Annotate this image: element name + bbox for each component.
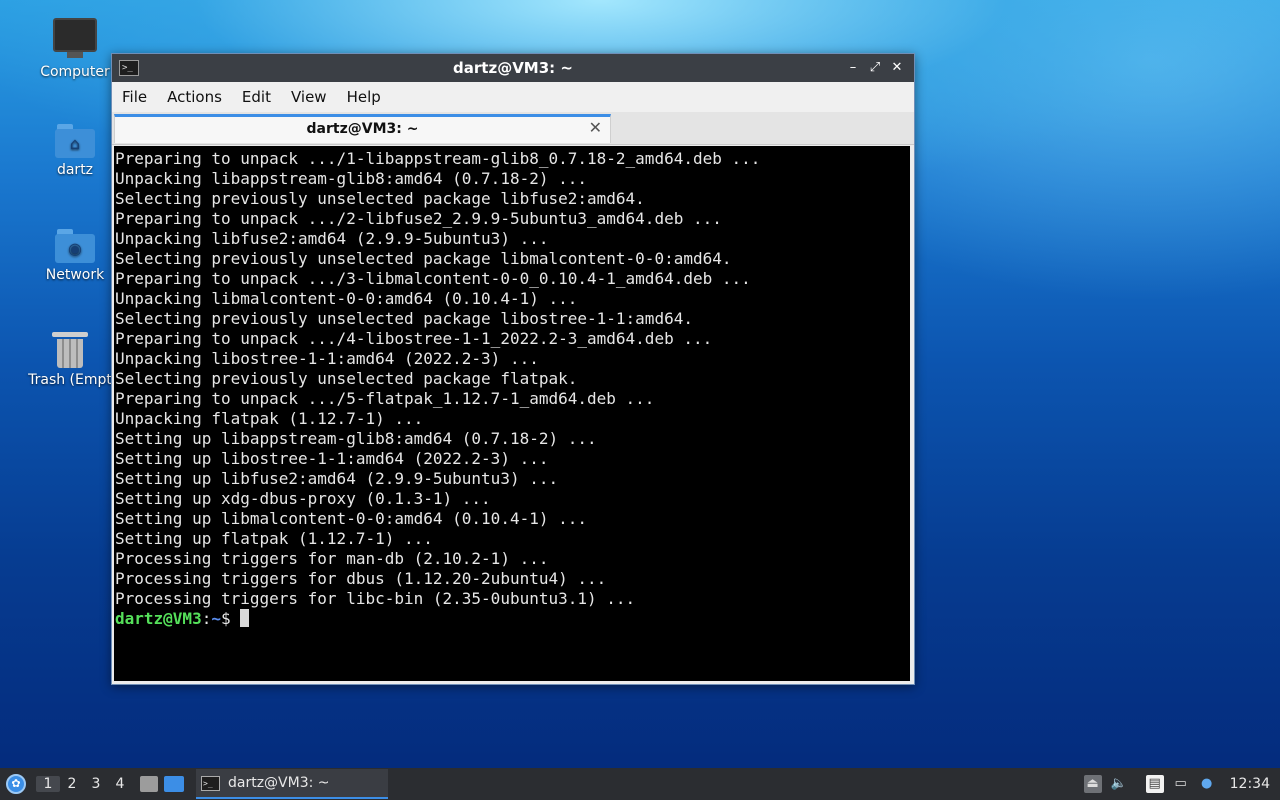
prompt-symbol: $ [220,609,241,628]
clock[interactable]: 12:34 [1230,776,1270,792]
taskbar-task-terminal[interactable]: >_ dartz@VM3: ~ [196,769,388,799]
tab-title: dartz@VM3: ~ [306,121,419,137]
workspace-4[interactable]: 4 [108,776,132,792]
menu-view[interactable]: View [281,88,337,106]
terminal-output[interactable]: Preparing to unpack .../1-libappstream-g… [114,146,910,681]
home-folder-icon: ⌂ [55,124,95,158]
show-desktop-icon[interactable] [164,776,184,792]
menu-edit[interactable]: Edit [232,88,281,106]
terminal-app-icon[interactable]: >_ [119,60,139,76]
terminal-line: Preparing to unpack .../2-libfuse2_2.9.9… [115,209,722,228]
prompt-colon: : [201,609,212,628]
terminal-line: Unpacking libostree-1-1:amd64 (2022.2-3)… [115,349,539,368]
terminal-lines: Preparing to unpack .../1-libappstream-g… [114,146,910,609]
file-manager-icon[interactable] [140,776,158,792]
desktop-icon-label: dartz [56,162,94,178]
desktop-icon-label: Computer [40,64,110,80]
system-tray: ⏏ 🔈 ▤ ▭ ● 12:34 [1076,768,1280,800]
trash-icon [52,332,88,368]
terminal-line: Processing triggers for dbus (1.12.20-2u… [115,569,607,588]
terminal-line: Selecting previously unselected package … [115,189,645,208]
minimize-button[interactable]: – [842,57,864,79]
task-label: dartz@VM3: ~ [228,775,330,791]
terminal-line: Setting up libostree-1-1:amd64 (2022.2-3… [115,449,549,468]
desktop-icon-label: Trash (Empt [28,372,112,388]
terminal-window[interactable]: >_ dartz@VM3: ~ – ⤢ ✕ File Actions Edit … [111,53,915,685]
tab-terminal[interactable]: dartz@VM3: ~ ✕ [114,114,611,143]
menu-help[interactable]: Help [337,88,391,106]
eject-icon[interactable]: ⏏ [1083,775,1102,793]
volume-icon[interactable]: 🔈 [1110,775,1128,793]
prompt-user-host: dartz@VM3 [115,609,202,628]
terminal-line: Setting up libmalcontent-0-0:amd64 (0.10… [115,509,588,528]
prompt-path: ~ [211,609,221,628]
close-button[interactable]: ✕ [886,57,908,79]
terminal-line: Preparing to unpack .../1-libappstream-g… [115,149,761,168]
menu-actions[interactable]: Actions [157,88,232,106]
computer-icon [53,18,97,58]
prompt-line: dartz@VM3:~$ [114,609,910,629]
terminal-line: Unpacking flatpak (1.12.7-1) ... [115,409,424,428]
terminal-task-icon: >_ [201,775,220,791]
menubar: File Actions Edit View Help [112,82,914,112]
terminal-line: Preparing to unpack .../3-libmalcontent-… [115,269,751,288]
window-title: dartz@VM3: ~ [453,59,573,77]
terminal-line: Preparing to unpack .../4-libostree-1-1_… [115,329,713,348]
terminal-line: Processing triggers for man-db (2.10.2-1… [115,549,549,568]
terminal-line: Setting up flatpak (1.12.7-1) ... [115,529,433,548]
terminal-line: Unpacking libappstream-glib8:amd64 (0.7.… [115,169,588,188]
terminal-line: Setting up libappstream-glib8:amd64 (0.7… [115,429,597,448]
taskbar: ✿ 1 2 3 4 >_ dartz@VM3: ~ ⏏ 🔈 ▤ ▭ ● 12:3… [0,768,1280,800]
workspace-3[interactable]: 3 [84,776,108,792]
workspace-1[interactable]: 1 [36,776,60,792]
desktop-icon-computer[interactable]: Computer [27,18,123,80]
terminal-line: Setting up xdg-dbus-proxy (0.1.3-1) ... [115,489,491,508]
network-icon[interactable]: ▭ [1172,775,1190,793]
terminal-line: Unpacking libmalcontent-0-0:amd64 (0.10.… [115,289,578,308]
network-folder-icon: ◉ [55,229,95,263]
text-cursor [240,609,250,627]
terminal-line: Unpacking libfuse2:amd64 (2.9.9-5ubuntu3… [115,229,549,248]
clipboard-icon[interactable]: ▤ [1145,775,1164,793]
desktop-icon-trash[interactable]: Trash (Empt [22,332,118,388]
terminal-line: Setting up libfuse2:amd64 (2.9.9-5ubuntu… [115,469,559,488]
window-titlebar[interactable]: >_ dartz@VM3: ~ – ⤢ ✕ [112,54,914,82]
desktop-icon-home[interactable]: ⌂ dartz [27,124,123,178]
maximize-button[interactable]: ⤢ [864,57,886,79]
terminal-line: Selecting previously unselected package … [115,309,693,328]
terminal-line: Preparing to unpack .../5-flatpak_1.12.7… [115,389,655,408]
terminal-line: Selecting previously unselected package … [115,249,732,268]
menu-file[interactable]: File [112,88,157,106]
tab-bar: dartz@VM3: ~ ✕ [112,112,914,145]
desktop-icon-label: Network [45,267,105,283]
update-notifier-icon[interactable]: ● [1198,775,1216,793]
start-menu-icon[interactable]: ✿ [6,774,26,794]
workspace-2[interactable]: 2 [60,776,84,792]
terminal-line: Selecting previously unselected package … [115,369,578,388]
desktop-icon-network[interactable]: ◉ Network [27,229,123,283]
tab-close-icon[interactable]: ✕ [589,118,602,137]
terminal-line: Processing triggers for libc-bin (2.35-0… [115,589,636,608]
